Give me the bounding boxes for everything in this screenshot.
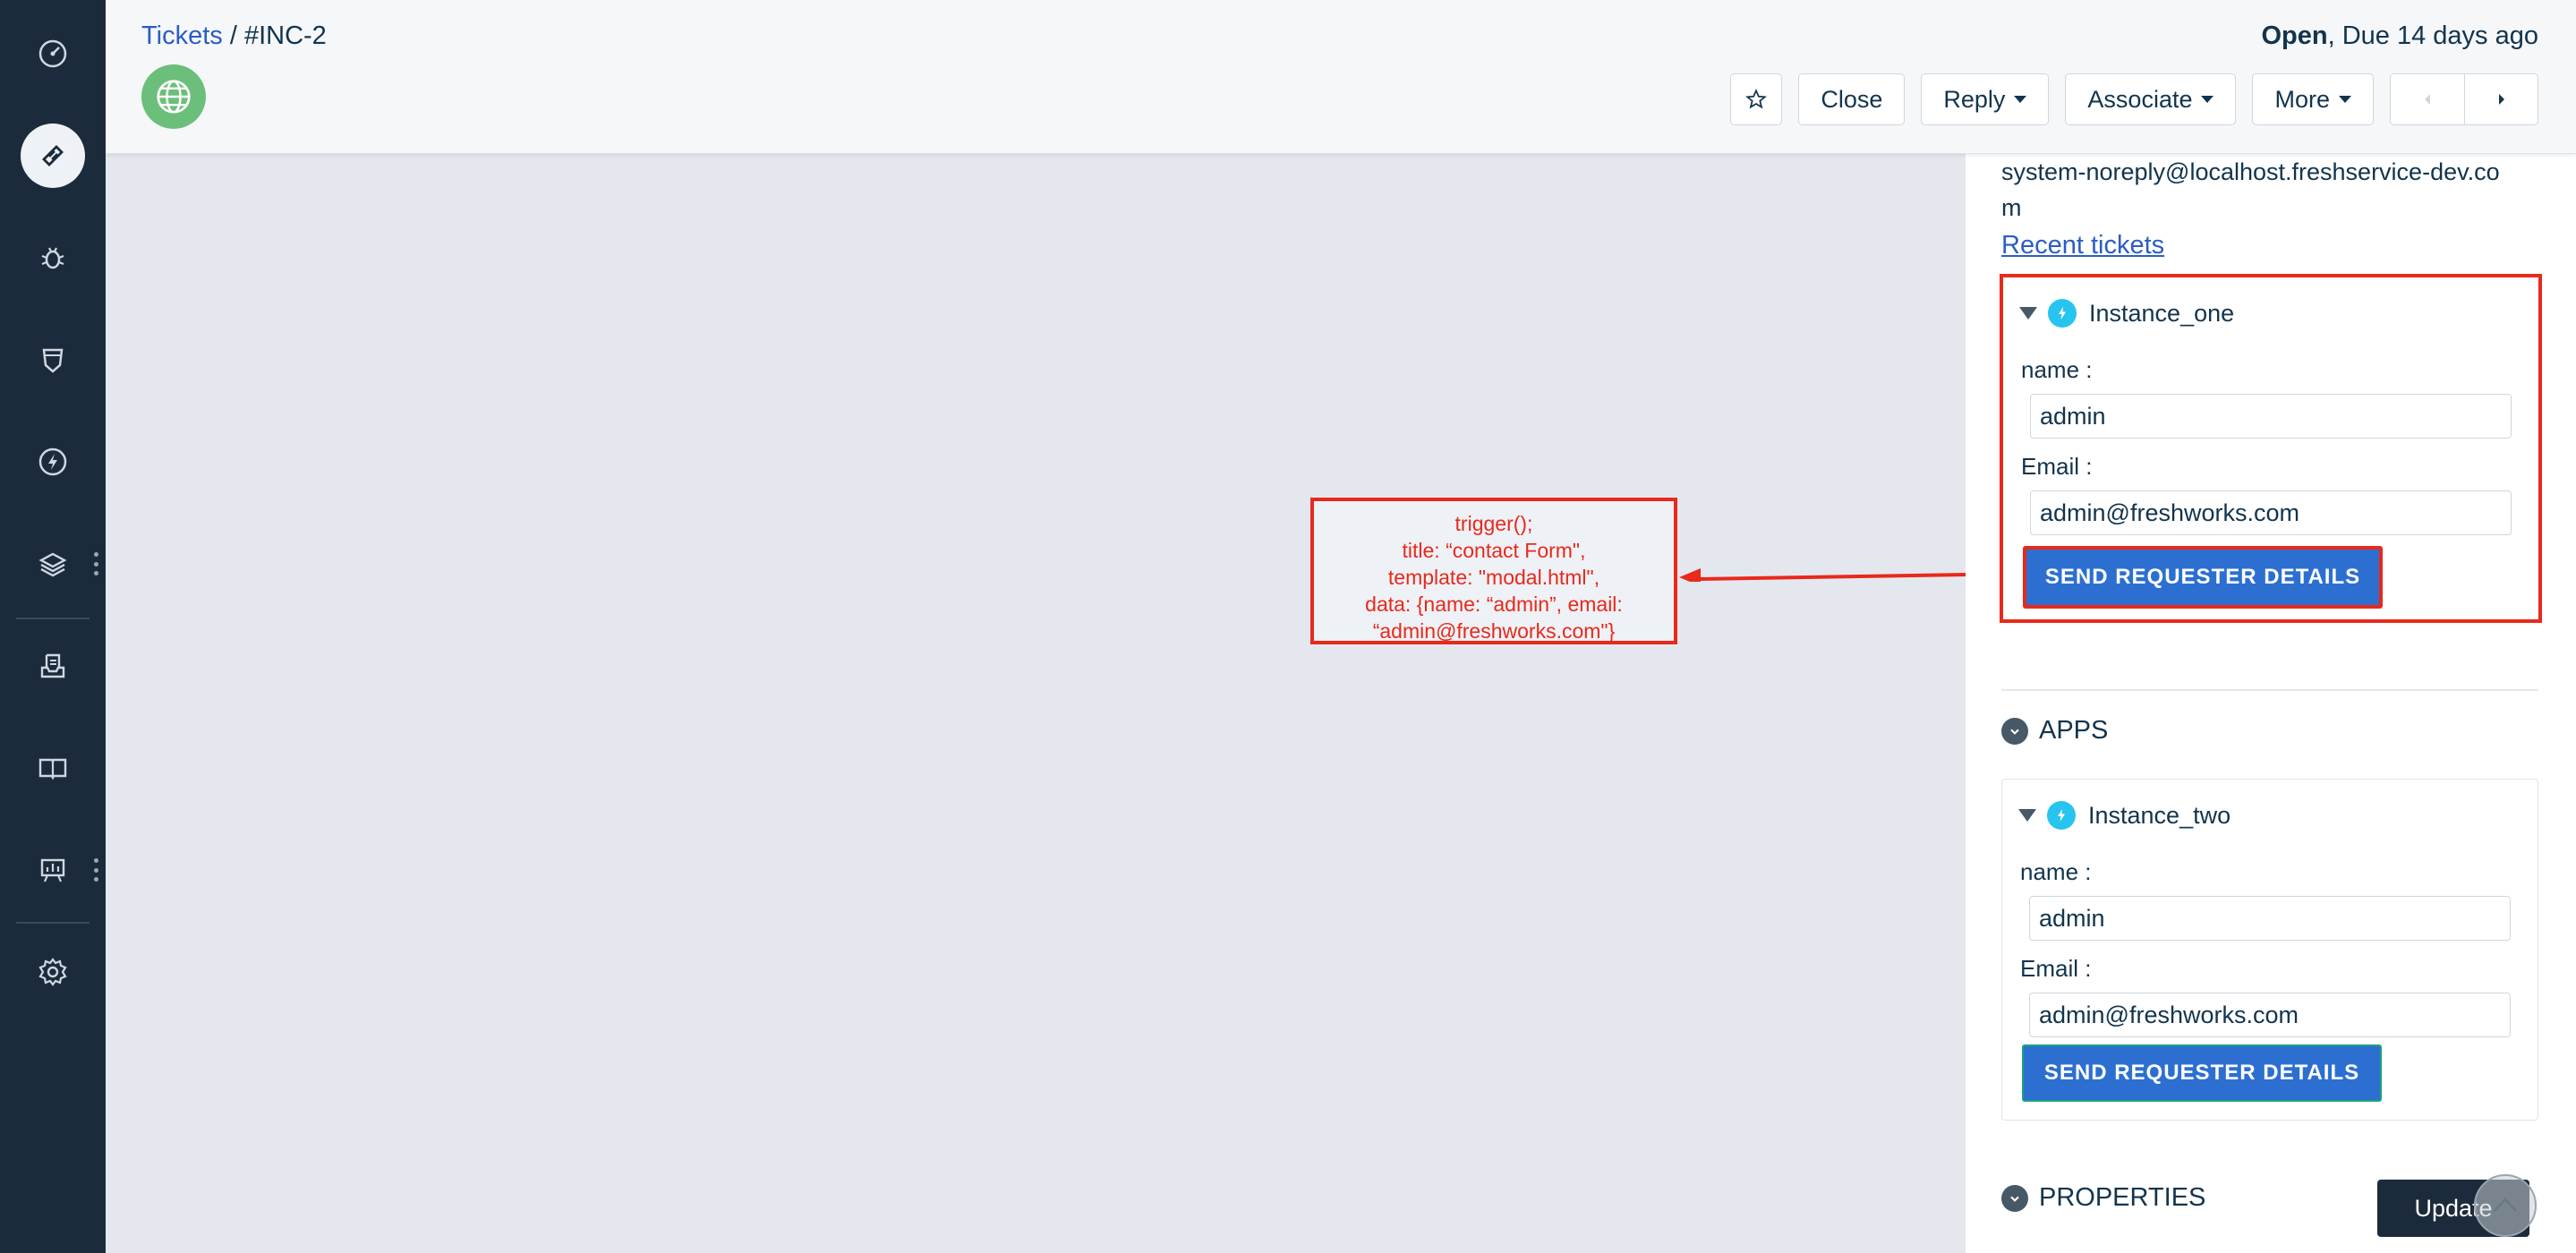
caret-down-icon	[2339, 96, 2351, 103]
apps-section-toggle[interactable]: APPS	[2001, 716, 2108, 746]
breadcrumb-separator: /	[222, 21, 244, 50]
annotation-line: template: "modal.html",	[1387, 566, 1600, 589]
nav-assets[interactable]	[0, 528, 106, 600]
send-requester-details-button[interactable]: SEND REQUESTER DETAILS	[2022, 1044, 2382, 1102]
annotation-line: “admin@freshworks.com"}	[1372, 619, 1616, 643]
nav-inbox[interactable]	[0, 630, 106, 702]
close-button[interactable]: Close	[1798, 73, 1906, 125]
next-ticket-button[interactable]	[2464, 74, 2538, 124]
caret-right-icon	[2498, 94, 2504, 105]
dashboard-gauge-icon	[38, 39, 67, 68]
nav-releases[interactable]	[0, 426, 106, 498]
chevron-down-icon	[2001, 1184, 2028, 1212]
reply-button[interactable]: Reply	[1921, 73, 2050, 125]
app-instance-name: Instance_one	[2089, 299, 2235, 327]
nav-tickets[interactable]	[0, 120, 106, 192]
more-label: More	[2274, 85, 2330, 113]
app-card-header[interactable]: Instance_two	[2018, 801, 2231, 830]
annotation-line: trigger();	[1454, 512, 1533, 535]
status-due: , Due 14 days ago	[2327, 21, 2538, 50]
associate-label: Associate	[2087, 85, 2193, 113]
presentation-chart-icon	[40, 858, 65, 882]
layers-icon	[38, 552, 67, 577]
reply-label: Reply	[1943, 85, 2006, 113]
ticket-pager	[2390, 73, 2538, 125]
app-card-instance-one: Instance_one name : Email : SEND REQUEST…	[2000, 274, 2542, 623]
annotation-line: title: “contact Form",	[1402, 539, 1586, 562]
more-button[interactable]: More	[2252, 73, 2374, 125]
ticket-header: Tickets / #INC-2 Open, Due 14 days ago C…	[106, 0, 2576, 154]
app-instance-name: Instance_two	[2088, 801, 2231, 829]
email-label: Email :	[2020, 955, 2092, 982]
annotation-box: trigger(); title: “contact Form", templa…	[1310, 498, 1677, 644]
collapse-triangle-icon	[2018, 809, 2036, 822]
app-card-instance-two: Instance_two name : Email : SEND REQUEST…	[2001, 779, 2538, 1121]
nav-problems[interactable]	[0, 222, 106, 294]
name-label: name :	[2021, 356, 2093, 383]
star-button[interactable]	[1730, 73, 1783, 125]
caret-down-icon	[2201, 96, 2214, 103]
breadcrumb: Tickets / #INC-2	[141, 21, 327, 51]
shield-icon	[42, 348, 64, 373]
recent-tickets-link[interactable]: Recent tickets	[2001, 231, 2164, 260]
globe-icon	[141, 64, 206, 129]
nav-admin[interactable]	[0, 936, 106, 1008]
inbox-document-icon	[40, 653, 65, 678]
book-icon	[38, 758, 67, 780]
nav-dashboard[interactable]	[0, 18, 106, 90]
properties-section-toggle[interactable]: PROPERTIES	[2001, 1183, 2205, 1213]
star-icon	[1745, 89, 1768, 109]
ticket-toolbar: Close Reply Associate More	[1730, 73, 2538, 125]
breadcrumb-ticket-id: #INC-2	[243, 21, 327, 50]
associate-button[interactable]: Associate	[2065, 73, 2237, 125]
app-lightning-icon	[2048, 299, 2077, 328]
ticket-status: Open, Due 14 days ago	[2261, 21, 2538, 51]
nav-divider	[16, 922, 90, 924]
scroll-to-top-button[interactable]	[2474, 1174, 2537, 1237]
more-dots-icon[interactable]	[93, 552, 98, 575]
ticket-icon	[42, 145, 64, 166]
caret-left-icon	[2425, 94, 2430, 105]
annotation-line: data: {name: “admin”, email:	[1365, 592, 1623, 616]
collapse-triangle-icon	[2019, 307, 2037, 320]
email-field[interactable]	[2030, 490, 2512, 535]
ticket-content-area	[106, 154, 1966, 1253]
app-card-header[interactable]: Instance_one	[2019, 299, 2234, 328]
requester-email: system-noreply@localhost.freshservice-de…	[2001, 158, 2500, 221]
name-label: name :	[2020, 858, 2092, 885]
section-divider	[2001, 689, 2538, 691]
lightning-icon	[38, 448, 67, 476]
nav-reports[interactable]	[0, 834, 106, 906]
apps-heading: APPS	[2039, 716, 2109, 745]
nav-solutions[interactable]	[0, 732, 106, 804]
name-field[interactable]	[2030, 394, 2512, 439]
nav-changes[interactable]	[0, 324, 106, 396]
bug-icon	[41, 247, 64, 269]
gear-icon	[38, 958, 67, 986]
chevron-down-icon	[2001, 717, 2028, 745]
app-lightning-icon	[2047, 801, 2076, 830]
chevron-up-icon	[2494, 1198, 2517, 1212]
send-requester-details-button[interactable]: SEND REQUESTER DETAILS	[2023, 546, 2383, 609]
name-field[interactable]	[2029, 896, 2511, 941]
email-field[interactable]	[2029, 993, 2511, 1037]
properties-heading: PROPERTIES	[2039, 1183, 2206, 1212]
status-state: Open	[2261, 21, 2328, 50]
email-label: Email :	[2021, 453, 2093, 480]
sidebar	[0, 0, 106, 1253]
breadcrumb-tickets-link[interactable]: Tickets	[141, 21, 223, 50]
right-sidebar: system-noreply@localhost.freshservice-de…	[1966, 154, 2576, 1253]
previous-ticket-button[interactable]	[2391, 74, 2464, 124]
nav-divider	[16, 618, 90, 619]
caret-down-icon	[2014, 96, 2027, 103]
more-dots-icon[interactable]	[93, 858, 98, 882]
